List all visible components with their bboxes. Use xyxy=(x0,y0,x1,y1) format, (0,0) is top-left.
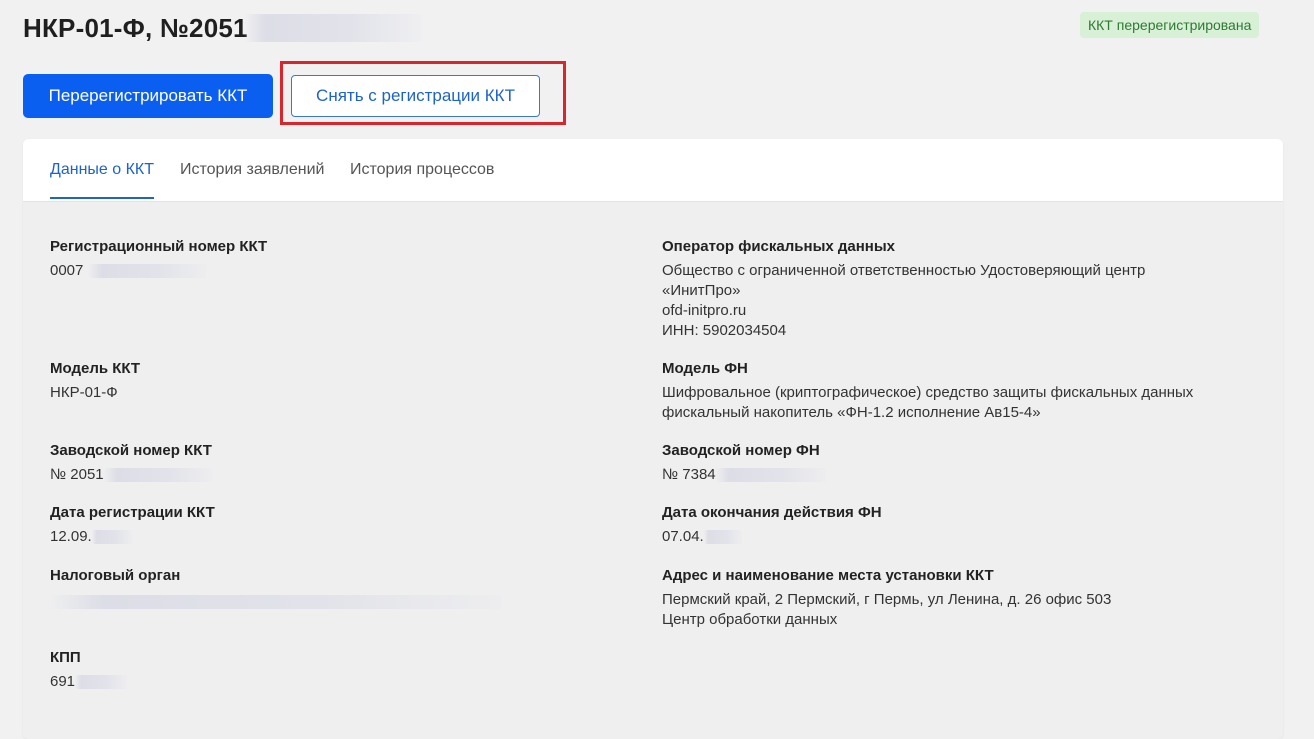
field-value: НКР-01-Ф xyxy=(50,384,118,401)
field-kkt-serial: Заводской номер ККТ № 2051 xyxy=(50,442,212,485)
redacted-area xyxy=(91,530,132,545)
field-label: Дата окончания действия ФН xyxy=(662,504,882,521)
deregister-button[interactable]: Снять с регистрации ККТ xyxy=(291,75,540,117)
field-kkt-model: Модель ККТ НКР-01-Ф xyxy=(50,360,140,403)
field-label: Заводской номер ФН xyxy=(662,442,820,459)
redacted-area xyxy=(703,530,742,545)
page-title: НКР-01-Ф, №2051 xyxy=(23,13,422,44)
field-label: КПП xyxy=(50,649,81,666)
field-value: № 2051 xyxy=(50,465,212,485)
field-label: Налоговый орган xyxy=(50,567,181,584)
redacted-area xyxy=(103,468,212,483)
status-badge: ККТ перерегистрирована xyxy=(1080,12,1260,38)
field-value-line: ИНН: 5902034504 xyxy=(662,322,787,339)
field-tax-office: Налоговый орган xyxy=(50,567,502,610)
field-label: Заводской номер ККТ xyxy=(50,442,212,459)
redacted-area xyxy=(243,14,422,43)
field-label: Регистрационный номер ККТ xyxy=(50,238,268,255)
field-value xyxy=(50,590,502,610)
field-value: № 7384 xyxy=(662,465,826,485)
field-fn-expiry: Дата окончания действия ФН 07.04. xyxy=(662,504,882,547)
field-ofd: Оператор фискальных данных Общество с ог… xyxy=(662,238,1145,341)
redacted-area xyxy=(50,594,502,609)
field-value-line: Центр обработки данных xyxy=(662,611,838,628)
field-value-line: «ИнитПро» xyxy=(662,282,741,299)
field-value: 12.09. xyxy=(50,527,215,547)
field-value-line: Общество с ограниченной ответственностью… xyxy=(662,262,1146,279)
field-kpp: КПП 691 xyxy=(50,649,128,692)
field-label: Адрес и наименование места установки ККТ xyxy=(662,567,994,584)
field-label: Оператор фискальных данных xyxy=(662,238,896,255)
field-label: Модель ФН xyxy=(662,360,748,377)
field-fn-serial: Заводской номер ФН № 7384 xyxy=(662,442,826,485)
tab-bar: Данные о ККТ История заявлений История п… xyxy=(23,139,1283,202)
field-value-line: Шифровальное (криптографическое) средств… xyxy=(662,384,1194,401)
kkt-card: Данные о ККТ История заявлений История п… xyxy=(23,139,1283,739)
tab-process-history[interactable]: История процессов xyxy=(350,161,494,197)
field-fn-model: Модель ФН Шифровальное (криптографическо… xyxy=(662,360,1193,423)
redacted-area xyxy=(75,675,128,690)
field-value-line: ofd-initpro.ru xyxy=(662,302,747,319)
field-value-line: Пермский край, 2 Пермский, г Пермь, ул Л… xyxy=(662,591,1112,608)
field-value: 0007 xyxy=(50,261,267,281)
tab-application-history[interactable]: История заявлений xyxy=(180,161,324,197)
tab-kkt-data[interactable]: Данные о ККТ xyxy=(50,161,155,199)
field-label: Дата регистрации ККТ xyxy=(50,504,215,521)
field-value: 07.04. xyxy=(662,527,882,547)
redacted-area xyxy=(87,264,206,279)
field-value: 691 xyxy=(50,672,128,692)
field-reg-date: Дата регистрации ККТ 12.09. xyxy=(50,504,215,547)
reregister-button[interactable]: Перерегистрировать ККТ xyxy=(23,74,273,118)
redacted-area xyxy=(715,468,826,483)
field-label: Модель ККТ xyxy=(50,360,141,377)
field-reg-number: Регистрационный номер ККТ 0007 xyxy=(50,238,267,281)
field-install-address: Адрес и наименование места установки ККТ… xyxy=(662,567,1111,630)
field-value-line: фискальный накопитель «ФН-1.2 исполнение… xyxy=(662,404,1041,421)
